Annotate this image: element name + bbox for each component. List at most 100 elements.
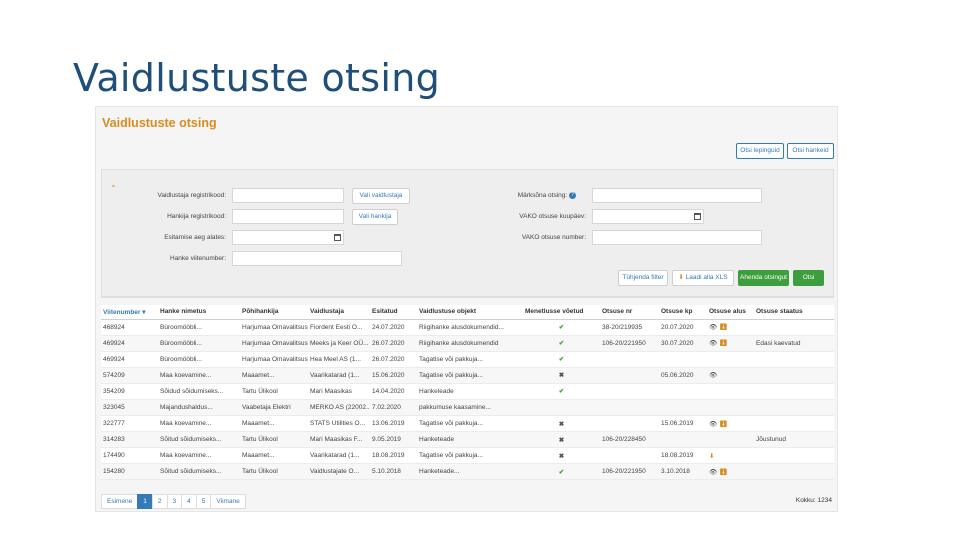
table-row[interactable]: 323045 Majandushaldus... Vaabetaja Elektri… (101, 399, 834, 417)
table-cell (659, 431, 707, 449)
decision-basis-cell[interactable]: 👁 ⬇ (707, 463, 754, 481)
pager-page-4[interactable]: 4 (181, 494, 197, 509)
decision-number-input[interactable] (592, 230, 762, 245)
download-icon[interactable]: ⬇ (717, 324, 727, 331)
table-row[interactable]: 574209 Maa koevamine... Maaamet... Vaarikat… (101, 367, 834, 384)
table-cell: 30.07.2020 (659, 335, 707, 352)
field-label-appellant-code: Vaidlustaja registrikood: (157, 192, 226, 199)
table-row[interactable]: 468924 Büroomööbli... Harjumaa Omavalitsus… (101, 319, 834, 336)
table-cell[interactable]: Vaidlustajate O... (308, 463, 370, 481)
accepted-cell (523, 399, 600, 417)
pager-first[interactable]: Esimene (101, 494, 139, 509)
check-circle-icon: ✔ (558, 468, 565, 476)
decision-date-input[interactable] (592, 209, 704, 224)
col-header-decision-status[interactable]: Otsuse staatus (754, 305, 834, 320)
table-row[interactable]: 322777 Maa koevamine... Maaamet... STATS Ut… (101, 415, 834, 433)
submitted-from-input[interactable] (232, 230, 344, 245)
decision-basis-cell[interactable]: 👁 ⬇ (707, 415, 754, 433)
col-header-decision-date[interactable]: Otsuse kp (659, 305, 707, 320)
col-header-decision-basis[interactable]: Otsuse alus (707, 305, 754, 320)
table-cell[interactable]: 469924 (101, 335, 158, 352)
col-header-submitted[interactable]: Esitatud (370, 305, 417, 320)
col-header-accepted[interactable]: Menetlusse võetud (523, 305, 600, 320)
decision-basis-cell[interactable]: 👁 ⬇ (707, 335, 754, 352)
choose-appellant-button[interactable]: Vali vaidlustaja (352, 188, 410, 204)
appellant-code-input[interactable] (232, 188, 344, 203)
table-row[interactable]: 469924 Büroomööbli... Harjumaa Omavalitsus… (101, 351, 834, 368)
search-procurements-button[interactable]: Otsi hankeid (787, 143, 834, 159)
col-header-contracting[interactable]: Põhihankija (240, 305, 308, 320)
table-cell: Maaamet... (240, 415, 308, 433)
table-row[interactable]: 174490 Maa koevamine... Maaamet... Vaarikat… (101, 447, 834, 465)
table-cell[interactable]: Meeks ja Keer OÜ... (308, 335, 370, 352)
table-cell: 106-20/221950 (600, 335, 659, 352)
search-contracts-button[interactable]: Otsi lepinguid (736, 143, 784, 159)
download-icon[interactable]: ⬇ (717, 421, 727, 428)
export-xls-button[interactable]: ⬇ Laadi alla XLS (672, 270, 734, 286)
search-button[interactable]: Otsi (793, 270, 824, 286)
col-header-name[interactable]: Hanke nimetus (158, 305, 240, 320)
table-cell[interactable]: 468924 (101, 319, 158, 336)
table-cell[interactable]: 322777 (101, 415, 158, 433)
table-cell[interactable]: Vaarikatarad (1... (308, 367, 370, 384)
table-cell[interactable]: MERKO AS (22002... (308, 399, 370, 417)
table-row[interactable]: 469924 Büroomööbli... Harjumaa Omavalitsus… (101, 335, 834, 352)
calendar-icon[interactable] (334, 234, 341, 241)
download-icon[interactable]: ⬇ (717, 469, 727, 476)
table-header-row: Viitenumber ▾ Hanke nimetus Põhihankija … (101, 305, 834, 320)
table-cell[interactable]: Hea Meel AS (1... (308, 351, 370, 368)
table-row[interactable]: 154280 Sõitud sõidumiseks... Tartu Ülikool… (101, 463, 834, 481)
decision-basis-cell[interactable] (707, 399, 754, 417)
table-cell[interactable]: 469924 (101, 351, 158, 368)
reset-filter-button[interactable]: Tühjenda filter (618, 270, 668, 286)
decision-basis-cell[interactable] (707, 383, 754, 400)
pager-page-5[interactable]: 5 (195, 494, 212, 509)
pager-last[interactable]: Viimane (210, 494, 246, 509)
decision-basis-cell[interactable]: 👁 (707, 367, 754, 384)
col-header-reference[interactable]: Viitenumber ▾ (101, 305, 158, 320)
col-header-decision-no[interactable]: Otsuse nr (600, 305, 659, 320)
table-cell[interactable]: 574209 (101, 367, 158, 384)
pager-page-2[interactable]: 2 (151, 494, 168, 509)
table-cell[interactable]: Fiordent Eesti O... (308, 319, 370, 336)
table-cell[interactable]: Mari Maasikas (308, 383, 370, 400)
keyword-input[interactable] (592, 188, 762, 203)
download-icon[interactable]: ⬇ (709, 453, 714, 460)
pagination: Esimene 1 2 3 4 5 Viimane (101, 494, 246, 509)
table-cell: 38-20/219935 (600, 319, 659, 336)
collapse-search-button[interactable]: Ahenda otsingut (738, 270, 789, 286)
download-icon[interactable]: ⬇ (717, 340, 727, 347)
decision-basis-cell[interactable] (707, 351, 754, 368)
decision-basis-cell[interactable]: ⬇ (707, 447, 754, 465)
decision-basis-cell[interactable] (707, 431, 754, 449)
col-header-appellant[interactable]: Vaidlustaja (308, 305, 370, 320)
table-cell[interactable]: 314283 (101, 431, 158, 449)
col-header-object[interactable]: Vaidlustuse objekt (417, 305, 523, 320)
choose-contracting-button[interactable]: Vali hankija (352, 209, 398, 225)
eye-icon[interactable]: 👁 (709, 372, 717, 379)
cross-icon: ✖ (558, 372, 565, 380)
table-cell[interactable]: 174490 (101, 447, 158, 465)
table-cell: Maa koevamine... (158, 415, 240, 433)
decision-basis-cell[interactable]: 👁 ⬇ (707, 319, 754, 336)
table-cell[interactable]: STATS Utilities O... (308, 415, 370, 433)
pager-page-3[interactable]: 3 (166, 494, 183, 509)
table-cell[interactable]: Mari Maasikas F... (308, 431, 370, 449)
accepted-cell: ✔ (523, 383, 600, 400)
table-cell[interactable]: 323045 (101, 399, 158, 417)
contracting-code-input[interactable] (232, 209, 344, 224)
calendar-icon[interactable] (694, 213, 701, 220)
table-cell[interactable]: 354209 (101, 383, 158, 400)
table-cell: Maaamet... (240, 367, 308, 384)
field-label-contracting-code: Hankija registrikood: (167, 213, 226, 220)
table-cell[interactable]: Vaarikatarad (1... (308, 447, 370, 465)
pager-page-1[interactable]: 1 (137, 494, 153, 509)
chevron-down-icon[interactable]: ⌄ (110, 180, 117, 189)
reference-number-input[interactable] (232, 251, 402, 266)
table-row[interactable]: 354209 Sõidud sõidumiseks... Tartu Ülikool… (101, 383, 834, 400)
table-cell: 13.06.2019 (370, 415, 417, 433)
table-cell: Tagatise või pakkuja... (417, 447, 523, 465)
table-cell[interactable]: 154280 (101, 463, 158, 481)
table-row[interactable]: 314283 Sõitud sõidumiseks... Tartu Ülikool… (101, 431, 834, 449)
info-icon[interactable]: ? (569, 192, 576, 199)
